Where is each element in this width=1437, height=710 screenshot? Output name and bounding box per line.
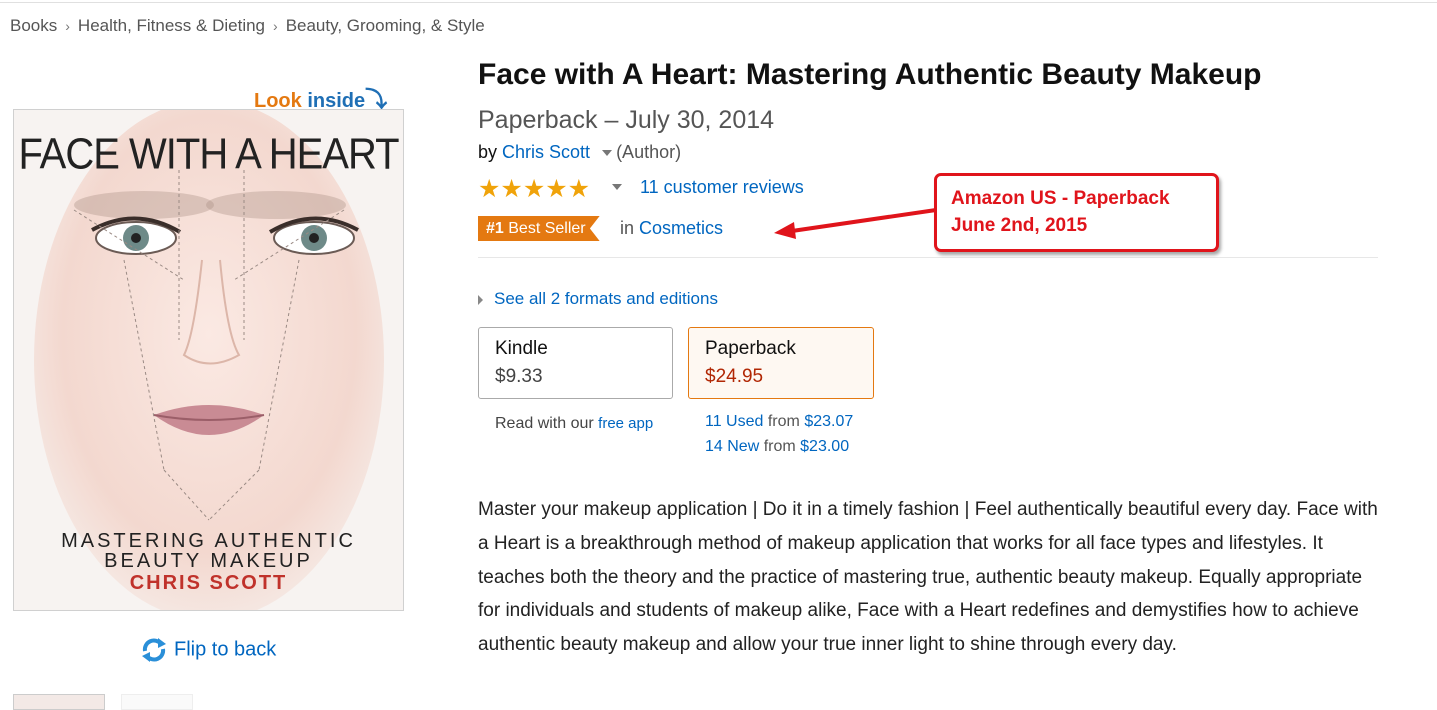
format-name: Kindle — [495, 338, 548, 359]
breadcrumb-separator: › — [65, 18, 70, 34]
star-rating[interactable]: ★★★★★ — [478, 174, 590, 204]
format-option-kindle[interactable]: Kindle $9.33 — [478, 327, 673, 399]
offer-new: 14 New from $23.00 — [705, 438, 849, 456]
offer-from: from — [767, 413, 800, 430]
top-divider — [0, 2, 1437, 3]
breadcrumb-item-books[interactable]: Books — [10, 16, 57, 36]
breadcrumb-item-health[interactable]: Health, Fitness & Dieting — [78, 16, 265, 36]
badge-rank: #1 — [486, 220, 504, 237]
flip-icon — [142, 638, 166, 662]
flip-label: Flip to back — [174, 638, 277, 661]
used-price[interactable]: $23.07 — [804, 413, 853, 430]
best-seller-badge[interactable]: #1 Best Seller — [478, 216, 600, 241]
new-offers-link[interactable]: 14 New — [705, 438, 759, 455]
format-option-paperback[interactable]: Paperback $24.95 — [688, 327, 874, 399]
cover-author: CHRIS SCOTT — [129, 572, 288, 594]
flip-to-back-button[interactable]: Flip to back — [140, 636, 276, 664]
format-name: Paperback — [705, 338, 796, 359]
badge-text: Best Seller — [508, 220, 586, 237]
byline: by Chris Scott (Author) — [478, 142, 681, 163]
customer-reviews-link[interactable]: 11 customer reviews — [640, 177, 804, 198]
kindle-app-note: Read with our free app — [495, 415, 653, 433]
annotation-line2: June 2nd, 2015 — [951, 215, 1088, 236]
breadcrumb-item-beauty[interactable]: Beauty, Grooming, & Style — [286, 16, 485, 36]
book-cover-image[interactable]: FACE WITH A HEART MASTERING AUTHENTIC BE… — [13, 109, 404, 611]
author-link[interactable]: Chris Scott — [502, 142, 590, 162]
product-description: Master your makeup application | Do it i… — [478, 499, 1378, 656]
new-price[interactable]: $23.00 — [800, 438, 849, 455]
free-app-link[interactable]: free app — [598, 415, 653, 432]
offer-from: from — [763, 438, 796, 455]
chevron-down-icon[interactable] — [612, 184, 622, 190]
cover-title: FACE WITH A HEART — [18, 129, 399, 179]
annotation-arrow — [774, 208, 937, 239]
thumbnail-front[interactable] — [13, 694, 105, 710]
annotation-callout: Amazon US - Paperback June 2nd, 2015 — [934, 173, 1219, 252]
format-date: Paperback – July 30, 2014 — [478, 106, 775, 134]
cover-subtitle-line2: BEAUTY MAKEUP — [104, 550, 313, 572]
kindle-note-text: Read with our — [495, 415, 594, 432]
annotation-line1: Amazon US - Paperback — [951, 188, 1170, 209]
offer-used: 11 Used from $23.07 — [705, 413, 853, 431]
product-title: Face with A Heart: Mastering Authentic B… — [478, 58, 1262, 91]
breadcrumb: Books › Health, Fitness & Dieting › Beauty, … — [10, 16, 485, 36]
badge-in-label: in — [620, 218, 635, 238]
expand-triangle-icon — [478, 294, 483, 305]
author-role: (Author) — [616, 142, 682, 162]
see-all-formats-link[interactable]: See all 2 formats and editions — [478, 289, 718, 309]
badge-category: in Cosmetics — [620, 218, 723, 239]
used-offers-link[interactable]: 11 Used — [705, 413, 763, 430]
category-link[interactable]: Cosmetics — [639, 218, 723, 238]
breadcrumb-separator: › — [273, 18, 278, 34]
format-price: $9.33 — [495, 366, 543, 387]
see-all-label: See all 2 formats and editions — [494, 289, 718, 308]
section-divider — [478, 257, 1378, 258]
thumbnail-back[interactable] — [121, 694, 193, 710]
chevron-down-icon[interactable] — [602, 150, 613, 157]
by-label: by — [478, 142, 498, 162]
format-price: $24.95 — [705, 366, 764, 387]
